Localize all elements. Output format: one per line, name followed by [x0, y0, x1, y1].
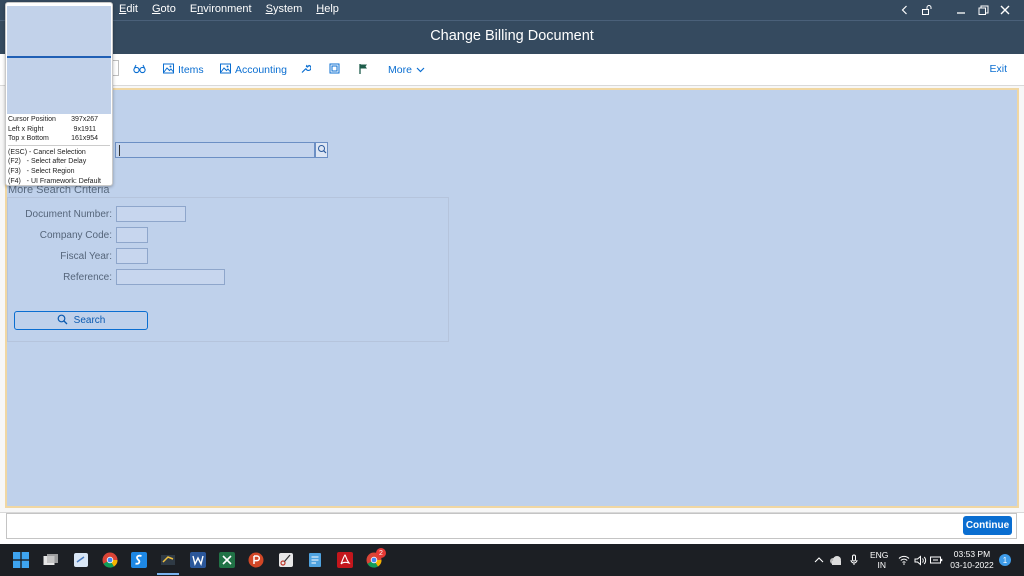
- snip-magnifier-preview: [7, 6, 111, 114]
- menu: Edit Goto Environment System Help: [112, 0, 346, 20]
- accounting-label: Accounting: [235, 64, 287, 76]
- taskbar-clock[interactable]: 03:53 PM 03-10-2022: [946, 549, 998, 571]
- command-field[interactable]: [6, 513, 1017, 539]
- search-button[interactable]: Search: [14, 311, 148, 330]
- windows-start-icon[interactable]: [11, 550, 31, 570]
- company-code-label: Company Code:: [39, 230, 112, 241]
- chevron-down-icon: [416, 64, 425, 76]
- company-code-field[interactable]: [116, 227, 148, 243]
- region-label: IN: [877, 560, 886, 570]
- notepad-icon[interactable]: [71, 550, 91, 570]
- image-icon: [163, 63, 174, 77]
- text-caret: [119, 145, 120, 156]
- flag-icon: [358, 63, 369, 78]
- show-hidden-icons[interactable]: [814, 544, 824, 576]
- clock-time: 03:53 PM: [953, 549, 991, 559]
- wrench-button[interactable]: [300, 62, 312, 78]
- items-button[interactable]: Items: [163, 62, 204, 78]
- document-number-field[interactable]: [116, 206, 186, 222]
- chrome-icon[interactable]: [100, 550, 120, 570]
- clock-date: 03-10-2022: [950, 560, 994, 570]
- snip-divider: [8, 144, 110, 146]
- snip-shortcut: (ESC) - Cancel Selection: [8, 148, 86, 156]
- task-view-icon[interactable]: [41, 550, 61, 570]
- snip-info: Cursor Position 397x267 Left x Right 9x191…: [8, 115, 110, 186]
- sap-logon-icon[interactable]: [129, 550, 149, 570]
- document-number-label: Document Number:: [25, 209, 112, 220]
- billing-document-input[interactable]: [115, 142, 315, 158]
- fiscal-year-label: Fiscal Year:: [60, 251, 112, 262]
- exit-button[interactable]: Exit: [989, 63, 1007, 75]
- sap-gui-icon[interactable]: [158, 550, 178, 570]
- excel-icon[interactable]: [217, 550, 237, 570]
- page-title: Change Billing Document: [430, 28, 594, 44]
- snipping-tool-icon[interactable]: [276, 550, 296, 570]
- frame-icon: [329, 63, 340, 77]
- menu-bar: Edit Goto Environment System Help: [0, 0, 1024, 20]
- title-bar: Change Billing Document: [0, 20, 1024, 54]
- menu-system[interactable]: System: [259, 0, 310, 20]
- value-help-button[interactable]: [315, 142, 328, 158]
- accounting-button[interactable]: Accounting: [220, 62, 287, 78]
- more-button[interactable]: More: [388, 62, 425, 78]
- acrobat-icon[interactable]: [335, 550, 355, 570]
- wifi-icon[interactable]: [898, 544, 910, 576]
- snip-shortcut: (F2) - Select after Delay: [8, 158, 87, 166]
- reference-label: Reference:: [63, 272, 112, 283]
- window-controls: [894, 0, 1016, 20]
- notepad-document-icon[interactable]: [305, 550, 325, 570]
- search-button-label: Search: [73, 315, 106, 326]
- snip-preview-crosshair: [7, 56, 111, 58]
- close-icon[interactable]: [994, 0, 1016, 20]
- notification-badge: 2: [376, 548, 386, 558]
- continue-button[interactable]: Continue: [963, 516, 1012, 535]
- language-label: ENG: [870, 550, 889, 560]
- word-icon[interactable]: [188, 550, 208, 570]
- microphone-icon[interactable]: [849, 544, 859, 576]
- minimize-icon[interactable]: [950, 0, 972, 20]
- menu-environment[interactable]: Environment: [183, 0, 259, 20]
- image-icon: [220, 63, 231, 77]
- taskbar: 2 ENG IN 03:53 PM 03-10-2022: [0, 544, 1024, 576]
- menu-edit[interactable]: Edit: [112, 0, 145, 20]
- language-indicator[interactable]: ENG IN: [870, 544, 888, 576]
- flag-button[interactable]: [358, 62, 369, 78]
- display-toggle-button[interactable]: [133, 62, 146, 78]
- toolbar: Items Accounting More Exit: [0, 54, 1024, 86]
- items-label: Items: [178, 64, 204, 76]
- snip-row: Left x Right 9x1911: [8, 125, 96, 133]
- wrench-icon: [300, 63, 312, 77]
- restore-icon[interactable]: [972, 0, 994, 20]
- glasses-icon: [133, 64, 146, 77]
- back-icon[interactable]: [894, 0, 916, 20]
- snip-info-panel: Cursor Position 397x267 Left x Right 9x191…: [5, 2, 113, 186]
- weather-icon[interactable]: [829, 544, 843, 576]
- search-icon: [57, 314, 68, 328]
- powerpoint-icon[interactable]: [246, 550, 266, 570]
- unlock-icon[interactable]: [916, 0, 938, 20]
- battery-icon[interactable]: [930, 544, 943, 576]
- frame-button[interactable]: [329, 62, 340, 78]
- snip-row: Cursor Position 397x267: [8, 116, 98, 123]
- active-app-indicator: [157, 573, 179, 575]
- snip-row: Top x Bottom 161x954: [8, 135, 98, 143]
- volume-icon[interactable]: [914, 544, 927, 576]
- snip-shortcut: (F4) - UI Framework: Default: [8, 177, 101, 185]
- fiscal-year-field[interactable]: [116, 248, 148, 264]
- more-label: More: [388, 64, 412, 76]
- value-help-icon: [317, 144, 327, 157]
- notification-center-badge[interactable]: 1: [999, 554, 1011, 566]
- snip-shortcut: (F3) - Select Region: [8, 167, 75, 175]
- reference-field[interactable]: [116, 269, 225, 285]
- menu-goto[interactable]: Goto: [145, 0, 183, 20]
- menu-help[interactable]: Help: [309, 0, 346, 20]
